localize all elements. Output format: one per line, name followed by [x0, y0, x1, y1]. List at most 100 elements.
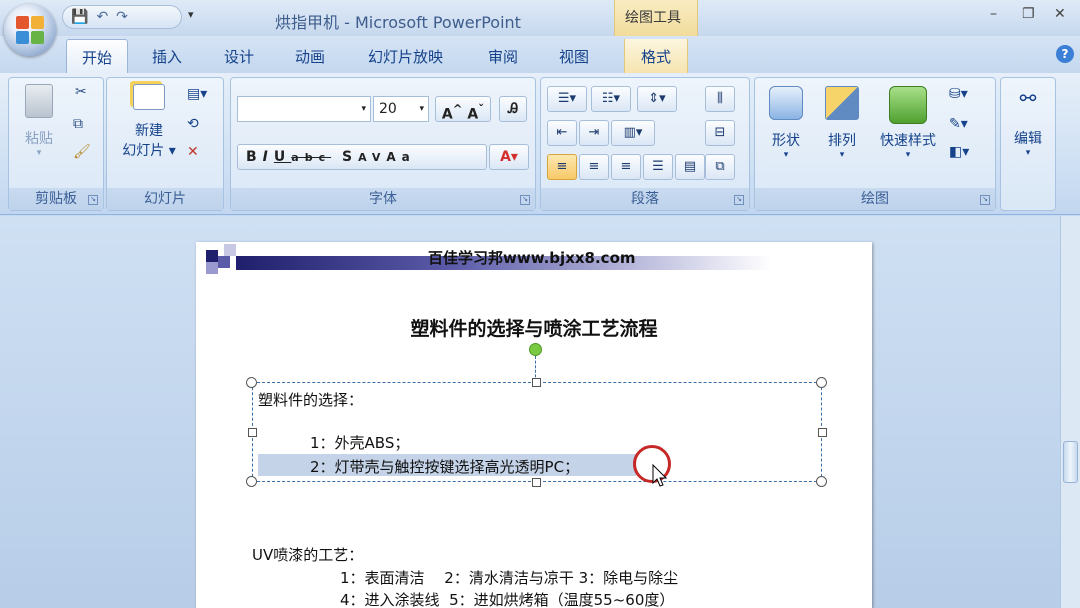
tab-home[interactable]: 开始: [66, 39, 128, 75]
font-launcher-icon[interactable]: ↘: [520, 195, 530, 205]
resize-handle-r[interactable]: [818, 428, 827, 437]
uv-heading[interactable]: UV喷漆的工艺：: [252, 544, 363, 565]
tab-review[interactable]: 审阅: [488, 46, 518, 67]
italic-icon[interactable]: I: [263, 149, 274, 165]
underline-icon[interactable]: U: [274, 149, 291, 165]
justify-button[interactable]: ☰: [643, 154, 673, 180]
change-case-icon[interactable]: Aa: [386, 150, 415, 164]
tab-view[interactable]: 视图: [559, 46, 589, 67]
save-icon[interactable]: 💾: [71, 9, 88, 25]
shadow-icon[interactable]: S: [342, 149, 358, 165]
numbering-button[interactable]: ☷▾: [591, 86, 631, 112]
font-format-toolbar: BIUabc SAVAa: [237, 144, 487, 170]
group-clipboard: 粘贴 ▾ ✂ ⧉ 🖌 剪贴板 ↘: [8, 77, 104, 211]
new-slide-label-1: 新建: [135, 123, 163, 139]
arrange-icon: [825, 86, 859, 120]
delete-slide-icon[interactable]: ✕: [187, 144, 199, 160]
close-button[interactable]: ✕: [1054, 6, 1066, 22]
align-right-button[interactable]: ≡: [611, 154, 641, 180]
minimize-button[interactable]: –: [990, 6, 997, 22]
align-left-button[interactable]: ≡: [547, 154, 577, 180]
tab-format[interactable]: 格式: [624, 39, 688, 75]
shape-effects-icon[interactable]: ◧▾: [949, 144, 969, 160]
shape-fill-icon[interactable]: ⛁▾: [949, 86, 968, 102]
shapes-button[interactable]: 形状 ▾: [761, 86, 811, 160]
restore-button[interactable]: ❐: [1022, 6, 1035, 22]
tab-design[interactable]: 设计: [224, 46, 254, 67]
window-title: 烘指甲机 - Microsoft PowerPoint: [275, 13, 521, 32]
arrange-label: 排列: [828, 133, 856, 149]
decor-square: [218, 256, 230, 268]
resize-handle-bl[interactable]: [246, 476, 257, 487]
distributed-button[interactable]: ▤: [675, 154, 705, 180]
help-icon[interactable]: ?: [1056, 45, 1074, 63]
site-banner: 百佳学习邦www.bjxx8.com: [428, 249, 636, 267]
vertical-scrollbar[interactable]: [1060, 216, 1080, 608]
columns-button[interactable]: ▥▾: [611, 120, 655, 146]
reset-slide-icon[interactable]: ⟲: [187, 116, 199, 132]
redo-icon[interactable]: ↷: [116, 9, 128, 25]
grow-shrink-font-button[interactable]: A^ Aˇ: [435, 96, 491, 123]
shape-outline-icon[interactable]: ✎▾: [949, 116, 968, 132]
list-item-2[interactable]: 2：灯带壳与触控按键选择高光透明PC；: [310, 456, 579, 477]
font-color-button[interactable]: A▾: [489, 144, 529, 170]
resize-handle-tl[interactable]: [246, 377, 257, 388]
new-slide-button[interactable]: 新建 幻灯片 ▾: [113, 84, 185, 160]
char-spacing-icon[interactable]: AV: [358, 151, 386, 164]
drawing-launcher-icon[interactable]: ↘: [980, 195, 990, 205]
align-center-button[interactable]: ≡: [579, 154, 609, 180]
quick-access-toolbar: 💾 ↶ ↷: [62, 5, 182, 29]
mouse-pointer-icon: [652, 464, 668, 487]
strikethrough-icon[interactable]: abc: [291, 151, 331, 164]
resize-handle-t[interactable]: [532, 378, 541, 387]
uv-line-2[interactable]: 4：进入涂装线 5：进如烘烤箱（温度55~60度）: [340, 589, 674, 608]
rotate-handle[interactable]: [529, 343, 542, 356]
bullets-button[interactable]: ☰▾: [547, 86, 587, 112]
list-item-1[interactable]: 1：外壳ABS；: [310, 432, 409, 453]
slide[interactable]: 百佳学习邦www.bjxx8.com 塑料件的选择与喷涂工艺流程 塑料件的选择：…: [196, 242, 872, 608]
slide-title[interactable]: 塑料件的选择与喷涂工艺流程: [196, 314, 872, 341]
tab-slideshow[interactable]: 幻灯片放映: [368, 46, 443, 67]
quick-styles-label: 快速样式: [880, 133, 936, 149]
tab-insert[interactable]: 插入: [152, 46, 182, 67]
customize-qat-icon[interactable]: ▾: [188, 8, 194, 21]
arrange-button[interactable]: 排列 ▾: [817, 86, 867, 160]
scrollbar-thumb[interactable]: [1063, 441, 1078, 483]
smartart-button[interactable]: ⧉: [705, 154, 735, 180]
decrease-indent-button[interactable]: ⇤: [547, 120, 577, 146]
uv-line-1[interactable]: 1：表面清洁 2：清水清洁与凉干 3：除电与除尘: [340, 567, 678, 588]
resize-handle-tr[interactable]: [816, 377, 827, 388]
shapes-label: 形状: [772, 133, 800, 149]
line-spacing-button[interactable]: ⇕▾: [637, 86, 677, 112]
copy-icon[interactable]: ⧉: [73, 116, 83, 132]
paste-button[interactable]: 粘贴 ▾: [17, 84, 61, 158]
paragraph-launcher-icon[interactable]: ↘: [734, 195, 744, 205]
editing-button[interactable]: ⚯ 编辑 ▾: [1005, 86, 1051, 158]
clipboard-launcher-icon[interactable]: ↘: [88, 195, 98, 205]
new-slide-label-2: 幻灯片 ▾: [122, 143, 176, 159]
quick-styles-button[interactable]: 快速样式 ▾: [871, 86, 945, 160]
clear-format-button[interactable]: Ꭿ: [499, 96, 527, 122]
resize-handle-br[interactable]: [816, 476, 827, 487]
font-size-combo[interactable]: 20 ▾: [373, 96, 429, 122]
undo-icon[interactable]: ↶: [96, 9, 108, 25]
group-drawing-label: 绘图: [755, 188, 995, 210]
font-name-combo[interactable]: ▾: [237, 96, 371, 122]
editing-label: 编辑: [1014, 131, 1042, 147]
tab-animations[interactable]: 动画: [295, 46, 325, 67]
layout-icon[interactable]: ▤▾: [187, 86, 207, 102]
group-slides: 新建 幻灯片 ▾ ▤▾ ⟲ ✕ 幻灯片: [106, 77, 224, 211]
paste-icon: [25, 84, 53, 118]
increase-indent-button[interactable]: ⇥: [579, 120, 609, 146]
box-heading[interactable]: 塑料件的选择：: [258, 389, 363, 410]
text-direction-button[interactable]: ⫼: [705, 86, 735, 112]
resize-handle-l[interactable]: [248, 428, 257, 437]
cut-icon[interactable]: ✂: [75, 84, 87, 100]
align-text-button[interactable]: ⊟: [705, 120, 735, 146]
bold-icon[interactable]: B: [246, 149, 263, 165]
ribbon: 粘贴 ▾ ✂ ⧉ 🖌 剪贴板 ↘ 新建 幻灯片 ▾ ▤▾ ⟲ ✕ 幻灯片 ▾ 2…: [0, 73, 1080, 215]
office-button[interactable]: [4, 4, 56, 56]
resize-handle-b[interactable]: [532, 478, 541, 487]
group-slides-label: 幻灯片: [107, 188, 223, 210]
format-painter-icon[interactable]: 🖌: [73, 144, 91, 160]
